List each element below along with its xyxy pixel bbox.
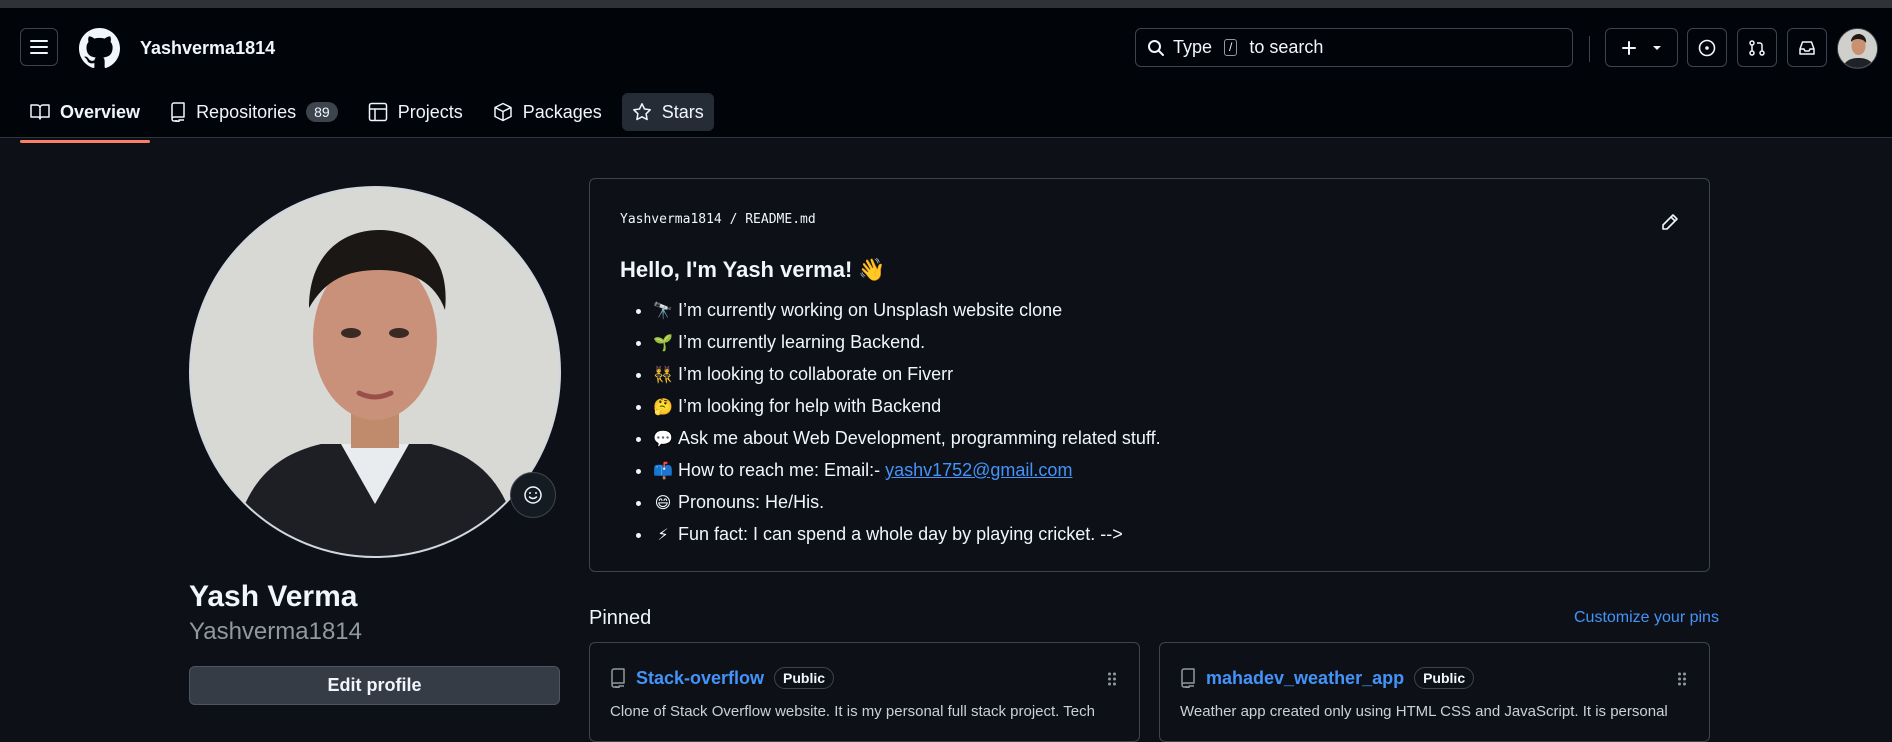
drag-handle[interactable]	[1107, 671, 1117, 692]
header-username[interactable]: Yashverma1814	[140, 38, 275, 59]
browser-strip	[0, 0, 1892, 8]
tab-repositories[interactable]: Repositories 89	[160, 93, 348, 131]
readme-list: 🔭 I’m currently working on Unsplash websi…	[620, 295, 1161, 551]
github-logo-icon[interactable]	[79, 28, 120, 69]
grabber-icon	[1678, 672, 1686, 686]
package-icon	[493, 102, 512, 122]
pinned-repo-header: mahadev_weather_app Public	[1180, 667, 1475, 689]
profile-avatar[interactable]	[189, 186, 561, 558]
smiley-icon	[524, 486, 542, 504]
readme-item: 👯 I’m looking to collaborate on Fiverr	[653, 359, 1161, 391]
repo-icon	[171, 102, 185, 122]
grabber-icon	[1108, 672, 1116, 686]
readme-path-user[interactable]: Yashverma1814	[620, 212, 722, 227]
readme-item-text: I’m currently learning Backend.	[678, 332, 926, 352]
inbox-button[interactable]	[1787, 28, 1827, 67]
readme-item: 🔭 I’m currently working on Unsplash websi…	[653, 295, 1161, 327]
pinned-heading: Pinned	[589, 607, 652, 629]
user-avatar[interactable]	[1837, 28, 1878, 69]
repo-icon	[1181, 668, 1195, 688]
visibility-badge: Public	[1414, 667, 1475, 689]
readme-item-text: Pronouns: He/His.	[678, 492, 825, 512]
profile-tabs: Overview Repositories 89 Projects Packag…	[20, 93, 724, 145]
readme-item-text: Ask me about Web Development, programmin…	[678, 428, 1161, 448]
search-icon	[1148, 39, 1164, 56]
email-link[interactable]: yashv1752@gmail.com	[885, 460, 1072, 480]
readme-path-file[interactable]: README.md	[745, 212, 815, 227]
tab-stars-label: Stars	[661, 101, 704, 122]
readme-item: 🌱 I’m currently learning Backend.	[653, 327, 1161, 359]
readme-item-text: Fun fact: I can spend a whole day by pla…	[678, 524, 1123, 544]
readme-path: Yashverma1814 / README.md	[620, 212, 816, 227]
issues-button[interactable]	[1687, 28, 1727, 67]
git-pull-request-icon	[1749, 39, 1765, 56]
issue-opened-icon	[1698, 39, 1716, 56]
readme-item: 🤔 I’m looking for help with Backend	[653, 391, 1161, 423]
hamburger-icon	[30, 40, 48, 54]
telescope-icon: 🔭	[653, 303, 673, 320]
header-divider	[1589, 36, 1590, 62]
smile-icon: 😄	[654, 495, 672, 512]
menu-button[interactable]	[20, 28, 58, 66]
table-icon	[368, 102, 387, 122]
create-new-button[interactable]	[1605, 28, 1678, 67]
readme-item-text: I’m currently working on Unsplash websit…	[678, 300, 1063, 320]
speech-bubble-icon: 💬	[653, 431, 673, 448]
set-status-button[interactable]	[510, 472, 556, 518]
pinned-repo-name[interactable]: Stack-overflow	[636, 668, 764, 689]
pinned-repo-description: Weather app created only using HTML CSS …	[1180, 703, 1668, 720]
readme-item: 💬 Ask me about Web Development, programmi…	[653, 423, 1161, 455]
inbox-icon	[1799, 40, 1815, 55]
profile-photo-image	[191, 188, 559, 556]
visibility-badge: Public	[774, 667, 835, 689]
drag-handle[interactable]	[1677, 671, 1687, 692]
readme-item-text: I’m looking to collaborate on Fiverr	[678, 364, 954, 384]
plus-icon	[1621, 40, 1636, 55]
dancers-icon: 👯	[653, 367, 673, 384]
readme-item: ⚡ Fun fact: I can spend a whole day by pl…	[653, 519, 1161, 551]
tab-repositories-label: Repositories	[196, 101, 297, 122]
chevron-down-icon	[1652, 45, 1661, 50]
book-icon	[30, 104, 50, 120]
zap-icon: ⚡	[657, 527, 669, 544]
pinned-repo-card: mahadev_weather_app Public Weather app c…	[1159, 642, 1710, 742]
tab-stars[interactable]: Stars	[621, 93, 714, 131]
readme-item: 😄 Pronouns: He/His.	[653, 487, 1161, 519]
pinned-repo-description: Clone of Stack Overflow website. It is m…	[610, 703, 1095, 720]
customize-pins-link[interactable]: Customize your pins	[1574, 609, 1719, 627]
tab-projects[interactable]: Projects	[358, 93, 473, 131]
profile-login: Yashverma1814	[189, 618, 362, 645]
search-shortcut-key: /	[1224, 39, 1238, 56]
readme-heading: Hello, I'm Yash verma! 👋	[620, 257, 886, 282]
pinned-repo-header: Stack-overflow Public	[610, 667, 835, 689]
seedling-icon: 🌱	[653, 335, 673, 352]
tab-overview-label: Overview	[60, 101, 141, 122]
search-input[interactable]: Type / to search	[1135, 28, 1573, 67]
pencil-icon	[1662, 214, 1678, 230]
tab-overview[interactable]: Overview	[20, 93, 151, 143]
mailbox-icon: 📫	[653, 463, 673, 480]
tab-projects-label: Projects	[397, 101, 463, 122]
star-icon	[632, 103, 651, 121]
readme-item: 📫 How to reach me: Email:- yashv1752@gmai…	[653, 455, 1161, 487]
repositories-count-badge: 89	[306, 102, 338, 122]
pinned-repo-name[interactable]: mahadev_weather_app	[1206, 668, 1404, 689]
pinned-repo-card: Stack-overflow Public Clone of Stack Ove…	[589, 642, 1140, 742]
repo-icon	[611, 668, 625, 688]
tab-packages-label: Packages	[522, 101, 602, 122]
readme-item-text: I’m looking for help with Backend	[678, 396, 942, 416]
readme-card: Yashverma1814 / README.md Hello, I'm Yas…	[589, 178, 1710, 572]
profile-full-name: Yash Verma	[189, 580, 358, 613]
search-suffix: to search	[1249, 37, 1324, 57]
readme-item-text: How to reach me: Email:-	[678, 460, 881, 480]
tab-packages[interactable]: Packages	[483, 93, 612, 131]
edit-profile-button[interactable]: Edit profile	[189, 666, 560, 705]
search-prefix: Type	[1173, 37, 1213, 57]
avatar-photo	[1838, 29, 1877, 68]
app-header: Yashverma1814 Type / to search Overview Re…	[0, 8, 1892, 143]
thinking-face-icon: 🤔	[653, 399, 673, 416]
edit-readme-button[interactable]	[1660, 212, 1680, 237]
readme-path-separator: /	[729, 212, 738, 227]
pull-requests-button[interactable]	[1737, 28, 1777, 67]
